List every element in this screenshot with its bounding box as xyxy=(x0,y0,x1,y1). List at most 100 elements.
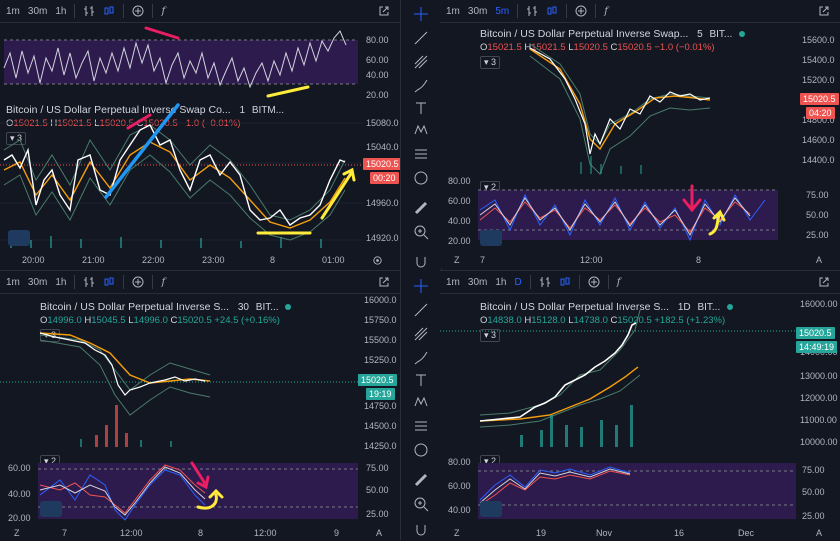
popout-icon[interactable] xyxy=(818,276,830,288)
price-tick: 15500.0 xyxy=(364,335,397,345)
price-chart xyxy=(529,43,711,175)
pink-annotation xyxy=(144,26,180,40)
forecast-icon[interactable] xyxy=(413,418,429,434)
candles-icon[interactable] xyxy=(103,276,115,288)
interval-30m[interactable]: 30m xyxy=(28,277,47,288)
popout-icon[interactable] xyxy=(818,5,830,17)
price-tick: 15250.0 xyxy=(364,355,397,365)
rsi-left-tick: 60.00 xyxy=(448,481,471,491)
tradingview-logo-icon xyxy=(480,230,502,246)
price-tick: 14400.0 xyxy=(802,155,835,165)
divider xyxy=(566,4,568,18)
settings-gear-icon[interactable] xyxy=(372,255,383,266)
divider xyxy=(578,275,580,289)
zoom-in-icon[interactable] xyxy=(413,496,429,512)
chart-pane-top-left[interactable]: 1m 30m 1h f 80.00 60.00 40.00 20.00 Bitc… xyxy=(0,0,400,268)
divider xyxy=(123,4,125,18)
candles-icon[interactable] xyxy=(546,5,558,17)
interval-30m[interactable]: 30m xyxy=(468,6,487,17)
interval-1h[interactable]: 1h xyxy=(495,277,506,288)
price-tick: 14500.0 xyxy=(364,421,397,431)
interval-30m[interactable]: 30m xyxy=(468,277,487,288)
text-icon[interactable] xyxy=(413,372,429,388)
popout-icon[interactable] xyxy=(378,5,390,17)
price-tick: 10000.00 xyxy=(800,437,838,447)
bar-style-icon[interactable] xyxy=(526,5,538,17)
pattern-icon[interactable] xyxy=(413,394,429,410)
countdown-label: 00:20 xyxy=(370,172,399,184)
add-indicator-icon[interactable] xyxy=(132,5,144,17)
price-tick: 14600.0 xyxy=(802,135,835,145)
ruler-icon[interactable] xyxy=(413,472,429,488)
volume-bars xyxy=(10,236,322,248)
rsi-right-tick: 25.00 xyxy=(366,509,389,519)
rsi-left-tick: 60.00 xyxy=(8,463,31,473)
price-chart xyxy=(440,309,796,447)
rsi-right-tick: 75.00 xyxy=(802,465,825,475)
interval-30m[interactable]: 30m xyxy=(28,6,47,17)
pitchfork-icon[interactable] xyxy=(413,326,429,342)
interval-1h[interactable]: 1h xyxy=(55,6,66,17)
add-indicator-icon[interactable] xyxy=(588,276,600,288)
price-tick: 14920.0 xyxy=(366,233,399,243)
bar-style-icon[interactable] xyxy=(539,276,551,288)
interval-1m[interactable]: 1m xyxy=(6,277,20,288)
divider xyxy=(152,275,154,289)
interval-1m[interactable]: 1m xyxy=(6,6,20,17)
last-price-label: 15020.5 xyxy=(796,327,835,339)
trendline-icon[interactable] xyxy=(413,30,429,46)
time-axis: Z 7 12:00 8 A xyxy=(454,255,823,265)
price-tick: 15750.0 xyxy=(364,315,397,325)
emoji-icon[interactable] xyxy=(413,170,429,186)
pattern-icon[interactable] xyxy=(413,122,429,138)
magnet-icon[interactable] xyxy=(413,522,429,538)
interval-d[interactable]: D xyxy=(514,277,521,288)
crosshair-icon[interactable] xyxy=(413,6,429,22)
divider xyxy=(517,4,519,18)
add-indicator-icon[interactable] xyxy=(132,276,144,288)
add-indicator-icon[interactable] xyxy=(575,5,587,17)
pitchfork-icon[interactable] xyxy=(413,54,429,70)
price-tick: 14960.0 xyxy=(366,198,399,208)
price-tick: 15200.0 xyxy=(802,75,835,85)
interval-1m[interactable]: 1m xyxy=(446,277,460,288)
fx-icon[interactable]: f xyxy=(604,6,608,17)
zoom-in-icon[interactable] xyxy=(413,224,429,240)
fx-icon[interactable]: f xyxy=(617,277,621,288)
rsi-right-tick: 75.00 xyxy=(806,190,829,200)
countdown-label: 14:49:19 xyxy=(796,341,838,353)
countdown-label: 04:20 xyxy=(806,107,835,119)
yellow-annotation xyxy=(266,85,310,98)
trendline-icon[interactable] xyxy=(413,302,429,318)
emoji-icon[interactable] xyxy=(413,442,429,458)
popout-icon[interactable] xyxy=(378,276,390,288)
ruler-icon[interactable] xyxy=(413,200,429,216)
brush-icon[interactable] xyxy=(413,350,429,366)
countdown-label: 19:19 xyxy=(366,388,395,400)
last-price-label: 15020.5 xyxy=(800,93,839,105)
fx-icon[interactable]: f xyxy=(161,6,165,17)
fx-icon[interactable]: f xyxy=(161,277,165,288)
pane-toolbar: 1m 30m 1h f xyxy=(0,271,400,294)
price-tick: 12000.00 xyxy=(800,393,838,403)
time-axis: 20:00 21:00 22:00 23:00 8 01:00 xyxy=(0,254,400,268)
bar-style-icon[interactable] xyxy=(83,5,95,17)
chart-pane-top-right[interactable]: 1m 30m 5m f Bitcoin / US Dollar Perpetua… xyxy=(440,0,840,268)
bar-style-icon[interactable] xyxy=(83,276,95,288)
interval-1m[interactable]: 1m xyxy=(446,6,460,17)
crosshair-icon[interactable] xyxy=(413,278,429,294)
rsi-tick: 80.00 xyxy=(366,35,389,45)
price-tick: 11000.00 xyxy=(800,415,837,425)
divider xyxy=(595,4,597,18)
interval-5m[interactable]: 5m xyxy=(495,6,509,17)
text-icon[interactable] xyxy=(413,100,429,116)
forecast-icon[interactable] xyxy=(413,146,429,162)
interval-1h[interactable]: 1h xyxy=(55,277,66,288)
tradingview-logo-icon xyxy=(480,501,502,517)
brush-icon[interactable] xyxy=(413,78,429,94)
candles-icon[interactable] xyxy=(103,5,115,17)
candles-icon[interactable] xyxy=(559,276,571,288)
chart-pane-bottom-right[interactable]: 1m 30m 1h D f Bitcoin / US Dollar Perpet… xyxy=(440,270,840,541)
chart-pane-bottom-left[interactable]: 1m 30m 1h f Bitcoin / US Dollar Perpetua… xyxy=(0,270,400,541)
magnet-icon[interactable] xyxy=(413,254,429,270)
